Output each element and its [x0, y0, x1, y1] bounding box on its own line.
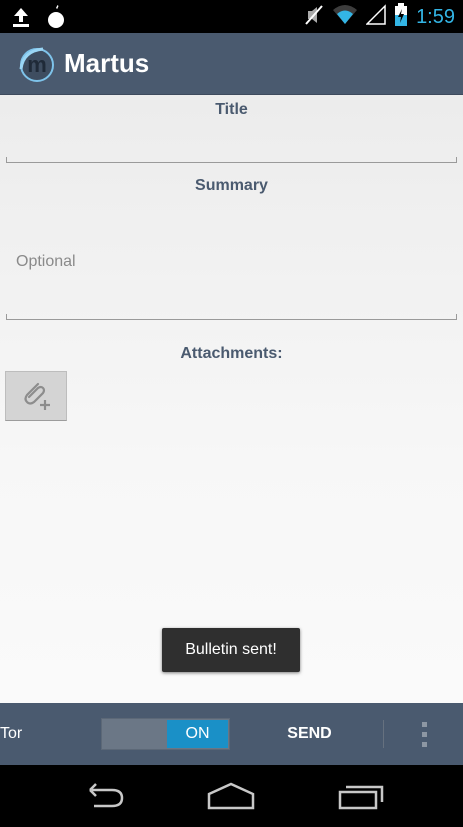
attachments-label: Attachments: [180, 345, 283, 362]
bulletin-form: Title Summary Optional Attachments: Bull… [0, 95, 463, 703]
summary-placeholder: Optional [16, 253, 76, 270]
title-input-underline [6, 157, 457, 163]
tor-toggle[interactable]: ON [101, 718, 230, 750]
tor-toggle-state: ON [167, 720, 228, 748]
send-button[interactable]: SEND [237, 703, 382, 765]
navigation-bar [0, 765, 463, 827]
toast-message: Bulletin sent! [162, 628, 300, 672]
bottom-action-bar: Tor ON SEND [0, 703, 463, 765]
tor-label: Tor [0, 725, 23, 742]
status-time: 1:59 [416, 6, 455, 28]
back-icon[interactable] [78, 782, 128, 812]
app-title: Martus [64, 48, 150, 78]
action-bar: m Martus [0, 33, 463, 95]
martus-logo-icon[interactable]: m [17, 45, 55, 83]
title-label: Title [215, 101, 248, 118]
summary-label: Summary [195, 177, 268, 194]
paperclip-plus-icon [18, 376, 54, 416]
battery-charging-icon [394, 3, 408, 31]
signal-icon [365, 4, 386, 30]
home-icon[interactable] [206, 782, 256, 812]
wifi-icon [332, 4, 358, 30]
summary-input-underline [6, 314, 457, 320]
upload-icon [10, 6, 32, 32]
svg-text:m: m [27, 52, 47, 77]
status-bar: 1:59 [0, 0, 463, 33]
droid-icon [46, 5, 66, 33]
mute-icon [304, 4, 324, 30]
overflow-menu-icon[interactable] [411, 718, 437, 750]
recents-icon[interactable] [336, 782, 386, 812]
summary-input[interactable]: Optional [6, 200, 457, 320]
add-attachment-button[interactable] [5, 371, 67, 421]
divider [383, 720, 384, 748]
